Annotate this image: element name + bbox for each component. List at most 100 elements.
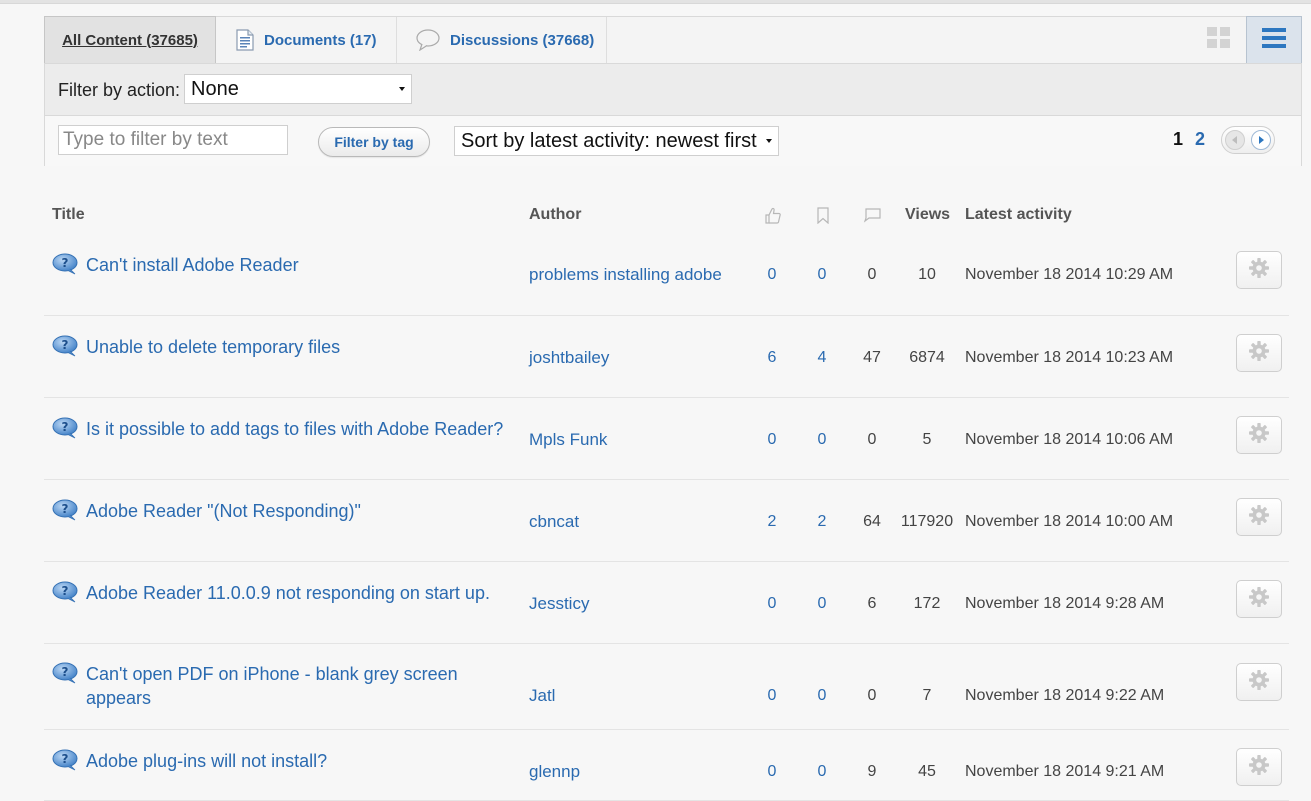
table-row: ? Adobe Reader 11.0.0.9 not responding o… <box>44 562 1289 644</box>
tab-label: Documents (17) <box>264 31 377 49</box>
comment-icon[interactable] <box>863 207 882 228</box>
question-icon: ? <box>52 581 78 603</box>
row-actions-button[interactable] <box>1236 416 1282 454</box>
replies-count: 64 <box>863 513 881 530</box>
bookmark-icon[interactable] <box>817 207 829 229</box>
author-link[interactable]: glennp <box>529 762 580 782</box>
content-title-link[interactable]: Can't open PDF on iPhone - blank grey sc… <box>86 662 506 710</box>
author-link[interactable]: joshtbailey <box>529 348 609 368</box>
content-title-link[interactable]: Adobe Reader 11.0.0.9 not responding on … <box>86 581 506 605</box>
views-count: 5 <box>922 431 932 448</box>
content-title-link[interactable]: Adobe Reader "(Not Responding)" <box>86 499 506 523</box>
column-header-title[interactable]: Title <box>52 206 85 224</box>
author-link[interactable]: problems installing adobe <box>529 265 722 285</box>
column-header-views[interactable]: Views <box>905 206 950 224</box>
bookmarks-count[interactable]: 2 <box>802 513 842 531</box>
row-actions-button[interactable] <box>1236 580 1282 618</box>
thumbs-up-icon[interactable] <box>765 207 781 229</box>
action-filter-select[interactable]: None <box>184 74 412 104</box>
prev-arrow-icon <box>1225 130 1245 150</box>
page-2-link[interactable]: 2 <box>1195 129 1205 150</box>
author-link[interactable]: Jessticy <box>529 594 589 614</box>
svg-text:?: ? <box>62 338 69 352</box>
content-title-link[interactable]: Unable to delete temporary files <box>86 335 506 359</box>
latest-activity: November 18 2014 10:06 AM <box>965 431 1174 448</box>
page-1-current: 1 <box>1173 129 1184 149</box>
row-actions-button[interactable] <box>1236 334 1282 372</box>
bookmarks-count[interactable]: 0 <box>802 595 842 613</box>
next-page-button[interactable] <box>1248 127 1274 153</box>
likes-count[interactable]: 0 <box>752 431 792 449</box>
action-filter-row: Filter by action: None <box>45 64 1301 116</box>
filter-panel: Filter by action: None Filter by tag Sor… <box>44 63 1302 166</box>
list-view-icon <box>1262 27 1286 54</box>
gear-icon <box>1248 340 1270 367</box>
dropdown-caret-icon <box>399 87 405 91</box>
replies-count: 9 <box>867 763 877 780</box>
content-title-link[interactable]: Is it possible to add tags to files with… <box>86 417 506 441</box>
column-header-latest-activity[interactable]: Latest activity <box>965 206 1072 224</box>
latest-activity: November 18 2014 10:00 AM <box>965 513 1174 530</box>
filter-by-tag-button[interactable]: Filter by tag <box>318 127 430 157</box>
action-filter-value: None <box>191 77 239 100</box>
bookmarks-count[interactable]: 0 <box>802 266 842 284</box>
filter-by-action-label: Filter by action: <box>58 80 181 100</box>
likes-count[interactable]: 0 <box>752 687 792 705</box>
views-count: 6874 <box>909 349 945 366</box>
content-title-link[interactable]: Can't install Adobe Reader <box>86 253 506 277</box>
question-icon: ? <box>52 499 78 521</box>
question-icon: ? <box>52 662 78 684</box>
views-count: 172 <box>913 595 941 612</box>
bookmarks-count[interactable]: 0 <box>802 763 842 781</box>
row-actions-button[interactable] <box>1236 748 1282 786</box>
latest-activity: November 18 2014 10:23 AM <box>965 349 1174 366</box>
speech-bubble-icon <box>416 29 440 51</box>
question-icon: ? <box>52 417 78 439</box>
likes-count[interactable]: 6 <box>752 349 792 367</box>
tab-documents[interactable]: Documents (17) <box>216 17 397 63</box>
document-icon <box>236 29 254 51</box>
text-filter-row: Filter by tag Sort by latest activity: n… <box>45 116 1301 166</box>
replies-count: 47 <box>863 349 881 366</box>
likes-count[interactable]: 0 <box>752 266 792 284</box>
content-title-link[interactable]: Adobe plug-ins will not install? <box>86 749 506 773</box>
views-count: 45 <box>918 763 936 780</box>
gear-icon <box>1248 422 1270 449</box>
text-filter-input[interactable] <box>58 125 288 155</box>
row-actions-button[interactable] <box>1236 251 1282 289</box>
latest-activity: November 18 2014 9:28 AM <box>965 595 1165 612</box>
top-border <box>0 0 1311 4</box>
list-view-button[interactable] <box>1246 16 1302 64</box>
likes-count[interactable]: 0 <box>752 763 792 781</box>
bookmarks-count[interactable]: 0 <box>802 687 842 705</box>
likes-count[interactable]: 2 <box>752 513 792 531</box>
gear-icon <box>1248 586 1270 613</box>
prev-page-button[interactable] <box>1222 127 1248 153</box>
sort-value: Sort by latest activity: newest first <box>461 129 757 152</box>
svg-text:?: ? <box>62 502 69 516</box>
latest-activity: November 18 2014 9:22 AM <box>965 687 1165 704</box>
sort-select[interactable]: Sort by latest activity: newest first <box>454 126 779 156</box>
question-icon: ? <box>52 253 78 275</box>
gear-icon <box>1248 504 1270 531</box>
latest-activity: November 18 2014 9:21 AM <box>965 763 1165 780</box>
bookmarks-count[interactable]: 4 <box>802 349 842 367</box>
tab-label: Discussions (37668) <box>450 31 595 49</box>
tab-discussions[interactable]: Discussions (37668) <box>397 17 607 63</box>
likes-count[interactable]: 0 <box>752 595 792 613</box>
row-actions-button[interactable] <box>1236 663 1282 701</box>
author-link[interactable]: Jatl <box>529 686 555 706</box>
column-header-author[interactable]: Author <box>529 206 581 224</box>
replies-count: 0 <box>867 431 877 448</box>
row-actions-button[interactable] <box>1236 498 1282 536</box>
author-link[interactable]: cbncat <box>529 512 579 532</box>
author-link[interactable]: Mpls Funk <box>529 430 607 450</box>
svg-text:?: ? <box>62 584 69 598</box>
bookmarks-count[interactable]: 0 <box>802 431 842 449</box>
tab-all-content[interactable]: All Content (37685) <box>44 16 216 64</box>
grid-view-button[interactable] <box>1193 17 1245 63</box>
table-row: ? Adobe plug-ins will not install? glenn… <box>44 730 1289 801</box>
latest-activity: November 18 2014 10:29 AM <box>965 266 1174 283</box>
question-icon: ? <box>52 749 78 771</box>
replies-count: 0 <box>867 266 877 283</box>
